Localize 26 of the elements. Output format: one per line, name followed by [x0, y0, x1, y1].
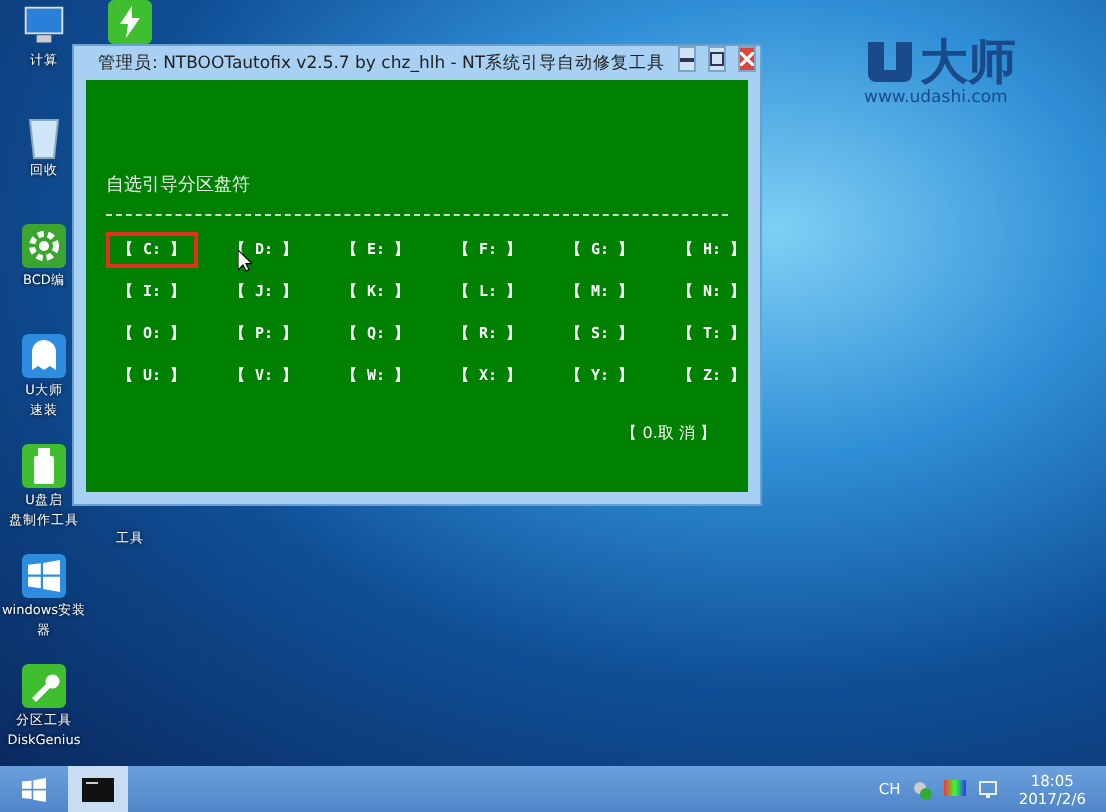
console-app-icon — [82, 777, 114, 801]
logo-url: www.udashi.com — [864, 88, 1008, 108]
window-title: 管理员: NTBOOTautofix v2.5.7 by chz_hlh - NT系统引导自动修复工具 — [98, 51, 666, 75]
logo-text: 大师 — [920, 36, 1016, 88]
minimize-icon — [679, 56, 694, 62]
maximize-icon — [709, 52, 724, 66]
prompt-heading: 自选引导分区盘符 — [106, 173, 252, 198]
minimize-button[interactable] — [677, 46, 696, 72]
monitor-network-icon[interactable] — [978, 779, 999, 799]
logo-mark-icon — [864, 38, 916, 86]
close-button[interactable] — [737, 46, 756, 72]
windows-logo-icon — [28, 560, 60, 592]
computer-icon[interactable] — [22, 4, 66, 48]
mouse-cursor-icon — [238, 250, 252, 272]
display-icon[interactable] — [944, 779, 967, 799]
maximize-button[interactable] — [707, 46, 726, 72]
lightning-icon[interactable] — [108, 0, 152, 44]
windows-logo-icon[interactable] — [22, 554, 66, 598]
close-icon — [739, 52, 754, 66]
console-taskbar-button[interactable] — [68, 766, 128, 812]
ghost-icon[interactable] — [22, 334, 66, 378]
windows-logo-icon — [22, 777, 46, 801]
cancel-option[interactable]: 【 0.取 消 】 — [621, 422, 716, 444]
wrench-icon[interactable] — [22, 664, 66, 708]
usb-drive-icon[interactable] — [22, 444, 66, 488]
gear-icon[interactable] — [22, 224, 66, 268]
